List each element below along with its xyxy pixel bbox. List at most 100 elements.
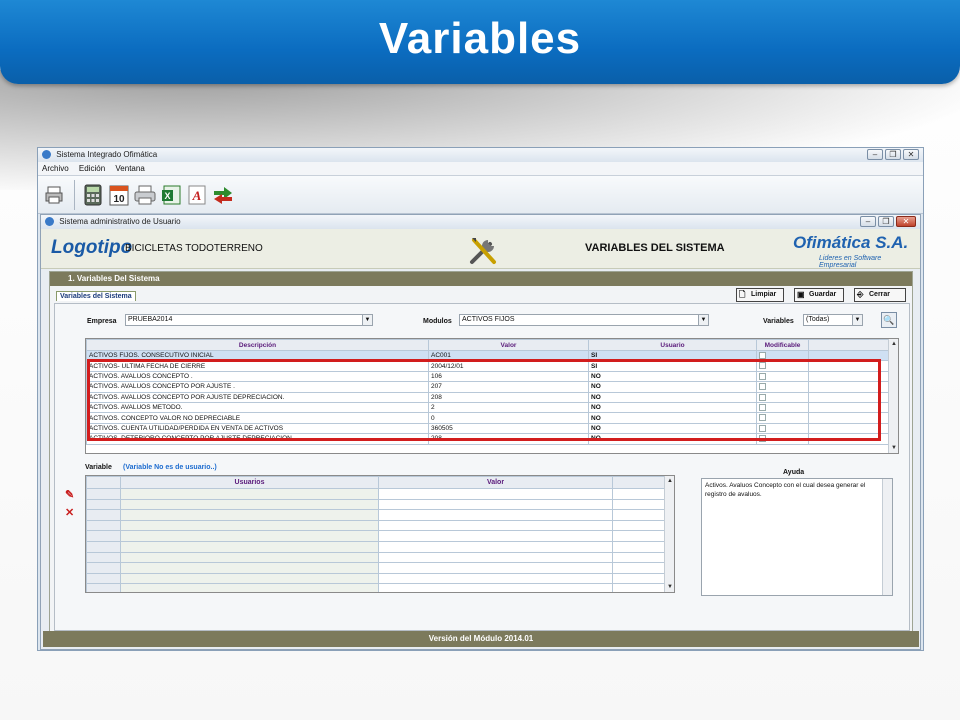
usuarios-cell[interactable] bbox=[86, 583, 121, 592]
header-usuario[interactable]: Usuario bbox=[588, 339, 757, 351]
printer-icon[interactable] bbox=[42, 182, 66, 208]
ayuda-scrollbar[interactable] bbox=[882, 479, 892, 595]
maximize-icon[interactable]: ❐ bbox=[885, 149, 901, 160]
modificable-checkbox[interactable] bbox=[759, 351, 766, 359]
table-row[interactable] bbox=[86, 519, 667, 532]
usuarios-cell[interactable] bbox=[86, 540, 121, 553]
usuarios-cell[interactable] bbox=[86, 488, 121, 500]
usuarios-cell[interactable] bbox=[120, 562, 379, 574]
usuarios-cell[interactable] bbox=[378, 583, 613, 592]
usuarios-cell[interactable] bbox=[86, 572, 121, 585]
table-row[interactable] bbox=[86, 572, 667, 585]
usuarios-cell[interactable] bbox=[120, 488, 379, 500]
usuarios-cell[interactable] bbox=[86, 519, 121, 532]
table-row[interactable] bbox=[86, 530, 667, 542]
header-usuarios[interactable]: Usuarios bbox=[120, 476, 379, 489]
usuarios-cell[interactable] bbox=[86, 562, 121, 574]
usuarios-cell[interactable] bbox=[378, 562, 613, 574]
delete-icon[interactable]: ✕ bbox=[65, 506, 74, 519]
variables-panel: Empresa PRUEBA2014 ▼ Modulos ACTIVOS FIJ… bbox=[54, 303, 910, 631]
child-close-icon[interactable]: ✕ bbox=[896, 216, 916, 227]
app-title: Sistema Integrado Ofimática bbox=[56, 150, 158, 159]
scroll-up-icon[interactable]: ▲ bbox=[889, 339, 898, 349]
close-icon[interactable]: ✕ bbox=[903, 149, 919, 160]
usuarios-cell[interactable] bbox=[378, 530, 613, 542]
scroll-down-icon[interactable]: ▼ bbox=[889, 443, 898, 453]
calendar-icon[interactable]: 10 bbox=[107, 182, 131, 208]
table-row[interactable] bbox=[86, 509, 667, 521]
print-icon[interactable] bbox=[133, 182, 157, 208]
usuarios-cell[interactable] bbox=[86, 498, 121, 511]
child-minimize-icon[interactable]: – bbox=[860, 216, 876, 227]
logo: Logotipo bbox=[51, 237, 133, 258]
usuarios-cell[interactable] bbox=[612, 509, 667, 521]
scroll-down-icon[interactable]: ▼ bbox=[665, 582, 674, 592]
table-row[interactable] bbox=[86, 583, 667, 592]
child-title: Sistema administrativo de Usuario bbox=[59, 217, 181, 226]
header-modificable[interactable]: Modificable bbox=[756, 339, 809, 351]
search-icon[interactable]: 🔍 bbox=[881, 312, 897, 328]
usuarios-cell[interactable] bbox=[612, 551, 667, 564]
usuarios-cell[interactable] bbox=[612, 583, 667, 592]
chevron-down-icon[interactable]: ▼ bbox=[852, 315, 862, 325]
usuarios-cell[interactable] bbox=[120, 519, 379, 532]
menu-archivo[interactable]: Archivo bbox=[42, 164, 69, 173]
table-row[interactable] bbox=[86, 562, 667, 574]
usuarios-cell[interactable] bbox=[612, 530, 667, 542]
header-valor[interactable]: Valor bbox=[428, 339, 589, 351]
usuarios-cell[interactable] bbox=[378, 540, 613, 553]
guardar-button[interactable]: ▣ Guardar bbox=[794, 288, 844, 302]
calculator-icon[interactable] bbox=[81, 182, 105, 208]
usuarios-cell[interactable] bbox=[120, 540, 379, 553]
table-row[interactable] bbox=[86, 551, 667, 564]
usuarios-cell[interactable] bbox=[120, 551, 379, 564]
minimize-icon[interactable]: – bbox=[867, 149, 883, 160]
table-row[interactable] bbox=[86, 540, 667, 553]
usuarios-cell[interactable] bbox=[378, 509, 613, 521]
acrobat-icon[interactable]: A bbox=[185, 182, 209, 208]
usuarios-cell[interactable] bbox=[120, 509, 379, 521]
usuarios-cell[interactable] bbox=[120, 530, 379, 542]
ayuda-textbox[interactable]: Activos. Avaluos Concepto con el cual de… bbox=[701, 478, 893, 596]
empresa-select[interactable]: PRUEBA2014 ▼ bbox=[125, 314, 373, 326]
chevron-down-icon[interactable]: ▼ bbox=[698, 315, 708, 325]
variables-select[interactable]: (Todas) ▼ bbox=[803, 314, 863, 326]
scroll-up-icon[interactable]: ▲ bbox=[665, 476, 674, 486]
usuarios-cell[interactable] bbox=[612, 572, 667, 585]
usuarios-cell[interactable] bbox=[120, 498, 379, 511]
limpiar-button[interactable]: 🗋 Limpiar bbox=[736, 288, 784, 302]
usuarios-cell[interactable] bbox=[612, 562, 667, 574]
menu-edicion[interactable]: Edición bbox=[79, 164, 105, 173]
usuarios-cell[interactable] bbox=[378, 519, 613, 532]
child-maximize-icon[interactable]: ❐ bbox=[878, 216, 894, 227]
usuarios-cell[interactable] bbox=[86, 509, 121, 521]
usuarios-cell[interactable] bbox=[86, 551, 121, 564]
header-valor-usuario[interactable]: Valor bbox=[378, 476, 613, 489]
menu-ventana[interactable]: Ventana bbox=[115, 164, 144, 173]
usuarios-cell[interactable] bbox=[378, 572, 613, 585]
app-titlebar: Sistema Integrado Ofimática – ❐ ✕ bbox=[38, 148, 923, 162]
usuarios-cell[interactable] bbox=[378, 498, 613, 511]
chevron-down-icon[interactable]: ▼ bbox=[362, 315, 372, 325]
usuarios-cell[interactable] bbox=[612, 488, 667, 500]
cerrar-button[interactable]: ⎆ Cerrar bbox=[854, 288, 906, 302]
grid-scrollbar[interactable]: ▲ ▼ bbox=[888, 339, 898, 453]
tab-variables-del-sistema[interactable]: Variables del Sistema bbox=[56, 291, 136, 301]
modulos-select[interactable]: ACTIVOS FIJOS ▼ bbox=[459, 314, 709, 326]
brand-logo: Ofimática S.A. bbox=[793, 233, 909, 252]
usuarios-cell[interactable] bbox=[120, 572, 379, 585]
edit-icon[interactable]: ✎ bbox=[65, 488, 74, 501]
usuarios-cell[interactable] bbox=[612, 540, 667, 553]
usuarios-cell[interactable] bbox=[378, 488, 613, 500]
usuarios-cell[interactable] bbox=[86, 530, 121, 542]
table-row[interactable] bbox=[86, 488, 667, 500]
exit-icon[interactable] bbox=[211, 182, 235, 208]
header-descripcion[interactable]: Descripción bbox=[86, 339, 429, 351]
usuarios-cell[interactable] bbox=[120, 583, 379, 592]
table-row[interactable] bbox=[86, 498, 667, 511]
usuarios-cell[interactable] bbox=[612, 498, 667, 511]
usuarios-cell[interactable] bbox=[378, 551, 613, 564]
excel-icon[interactable]: X bbox=[159, 182, 183, 208]
usuarios-cell[interactable] bbox=[612, 519, 667, 532]
usuarios-scrollbar[interactable]: ▲ ▼ bbox=[664, 476, 674, 592]
